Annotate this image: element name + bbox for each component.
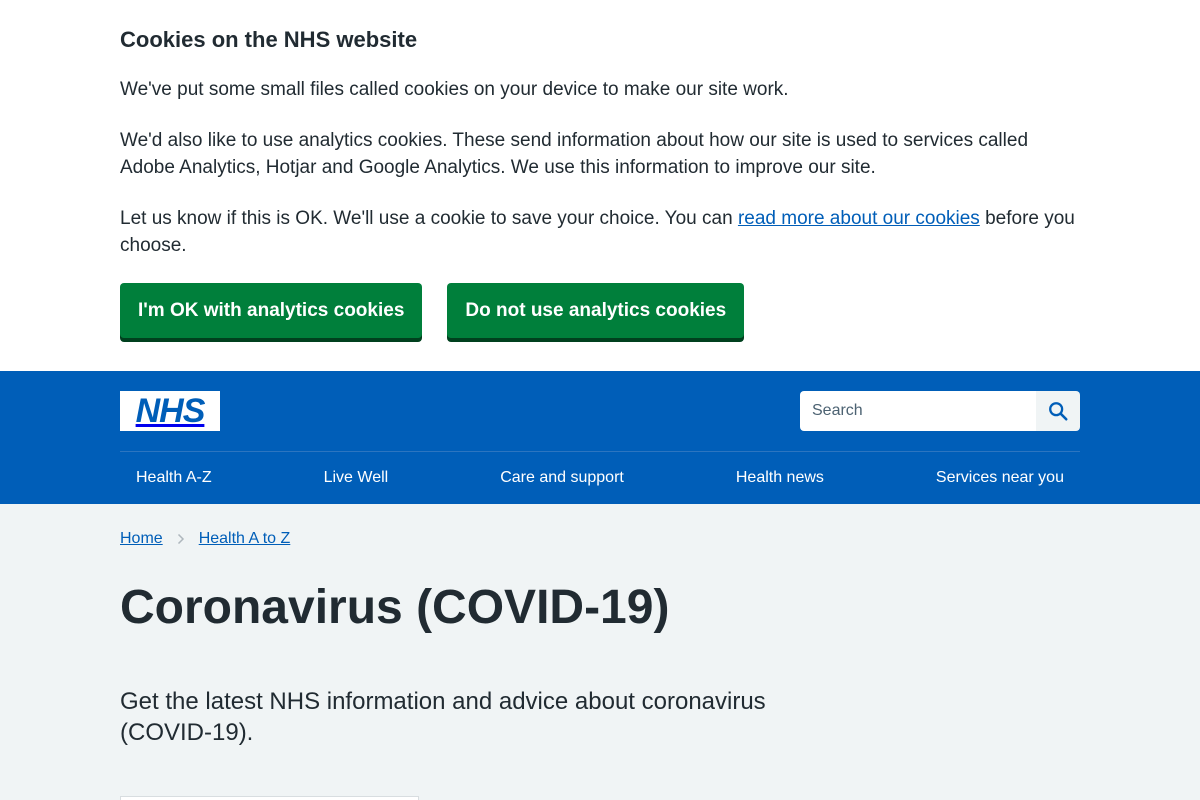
header-top: NHS: [120, 371, 1080, 451]
reject-analytics-cookies-button[interactable]: Do not use analytics cookies: [447, 283, 745, 338]
breadcrumb-home[interactable]: Home: [120, 530, 163, 548]
read-more-cookies-link[interactable]: read more about our cookies: [738, 208, 980, 229]
content-card[interactable]: [120, 796, 419, 800]
nav-live-well[interactable]: Live Well: [324, 469, 389, 487]
nav-care-and-support[interactable]: Care and support: [500, 469, 624, 487]
cookie-banner-analytics-text: We'd also like to use analytics cookies.…: [120, 130, 1029, 178]
chevron-right-icon: [177, 533, 185, 545]
cookie-buttons: I'm OK with analytics cookies Do not use…: [120, 283, 1080, 338]
breadcrumb-health-a-to-z[interactable]: Health A to Z: [199, 530, 291, 548]
search-button[interactable]: [1036, 391, 1080, 431]
cookie-banner-text: We've put some small files called cookie…: [120, 79, 789, 100]
nhs-logo-text: NHS: [135, 391, 206, 430]
primary-nav: Health A-Z Live Well Care and support He…: [120, 451, 1080, 504]
cookie-choice-text-start: Let us know if this is OK. We'll use a c…: [120, 208, 738, 229]
breadcrumb: Home Health A to Z: [120, 528, 1080, 550]
page-lede: Get the latest NHS information and advic…: [120, 688, 766, 746]
nav-health-news[interactable]: Health news: [736, 469, 824, 487]
page-title: Coronavirus (COVID-19): [120, 581, 670, 634]
search-form: [800, 391, 1080, 431]
nhs-logo[interactable]: NHS: [120, 391, 220, 431]
site-header: NHS Health A-Z Live Well Care and suppor…: [0, 371, 1200, 504]
search-input[interactable]: [800, 391, 1036, 431]
search-icon: [1049, 402, 1068, 421]
cookie-banner-choice-text: Let us know if this is OK. We'll use a c…: [120, 205, 1080, 259]
nav-health-a-z[interactable]: Health A-Z: [136, 469, 212, 487]
accept-analytics-cookies-button[interactable]: I'm OK with analytics cookies: [120, 283, 423, 338]
cookie-banner-title: Cookies on the NHS website: [120, 27, 418, 52]
cookie-banner: Cookies on the NHS website We've put som…: [0, 0, 1200, 371]
main-content: Home Health A to Z Coronavirus (COVID-19…: [0, 504, 1200, 800]
nav-services-near-you[interactable]: Services near you: [936, 469, 1064, 487]
